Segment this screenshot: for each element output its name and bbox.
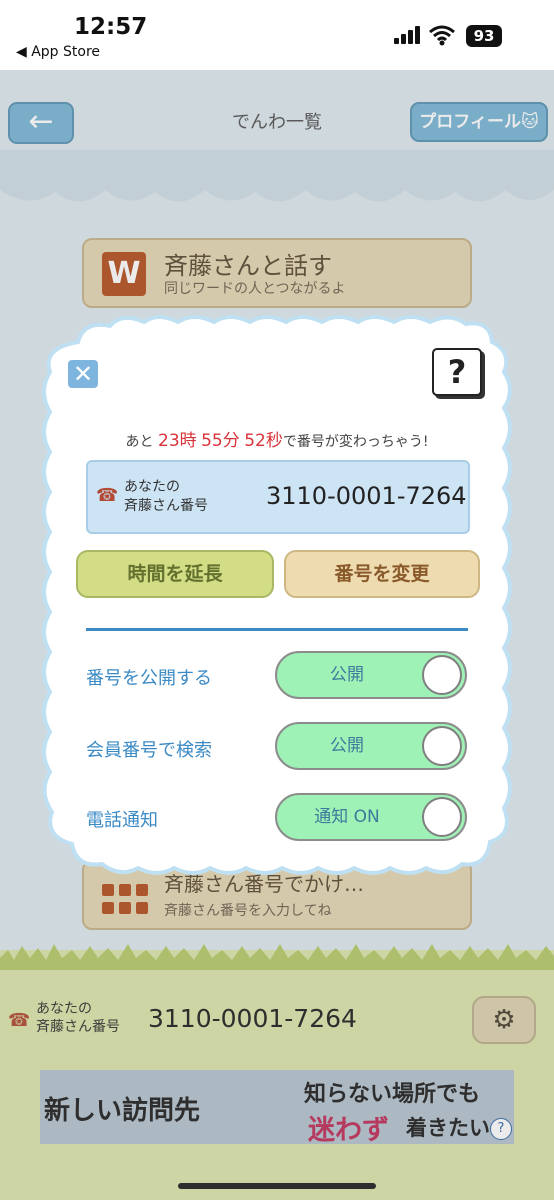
- countdown-text: あと 23時 55分 52秒で番号が変わっちゃう!: [60, 426, 494, 451]
- help-button[interactable]: ?: [432, 348, 482, 396]
- countdown-prefix: あと: [125, 434, 154, 450]
- toggle-call-notification[interactable]: 通知 ON: [275, 793, 467, 841]
- my-number-label: あなたの 斉藤さん番号: [124, 478, 208, 516]
- countdown-minutes: 55: [201, 431, 223, 451]
- toggle-member-search[interactable]: 公開: [275, 722, 467, 770]
- countdown-seconds-unit: 秒: [265, 431, 283, 451]
- change-number-button[interactable]: 番号を変更: [284, 550, 480, 598]
- countdown-hours-unit: 時: [179, 431, 197, 451]
- setting-label-publish-number: 番号を公開する: [86, 668, 212, 689]
- back-to-app-store[interactable]: ◀ App Store: [16, 44, 100, 60]
- status-bar: 12:57 ◀ App Store 93: [0, 0, 554, 70]
- my-number: 3110-0001-7264: [266, 482, 467, 510]
- countdown-minutes-unit: 分: [222, 431, 240, 451]
- label-line-1: あなたの: [124, 479, 180, 495]
- divider: [86, 628, 468, 631]
- setting-label-member-search: 会員番号で検索: [86, 740, 212, 761]
- toggle-knob: [422, 655, 462, 695]
- toggle-knob: [422, 726, 462, 766]
- setting-label-call-notification: 電話通知: [86, 810, 158, 831]
- toggle-publish-number[interactable]: 公開: [275, 651, 467, 699]
- close-button[interactable]: ✕: [68, 360, 98, 388]
- toggle-knob: [422, 797, 462, 837]
- extend-time-button[interactable]: 時間を延長: [76, 550, 274, 598]
- battery-indicator: 93: [466, 25, 502, 47]
- countdown-suffix: で番号が変わっちゃう!: [282, 434, 429, 450]
- wifi-icon: [429, 25, 455, 46]
- my-number-box: ☎ あなたの 斉藤さん番号 3110-0001-7264: [86, 460, 470, 534]
- countdown-hours: 23: [158, 431, 180, 451]
- cellular-signal-icon: [394, 26, 420, 44]
- countdown-seconds: 52: [244, 431, 266, 451]
- label-line-2: 斉藤さん番号: [124, 498, 208, 514]
- clock: 12:57: [74, 14, 148, 40]
- phone-icon: ☎: [96, 485, 119, 506]
